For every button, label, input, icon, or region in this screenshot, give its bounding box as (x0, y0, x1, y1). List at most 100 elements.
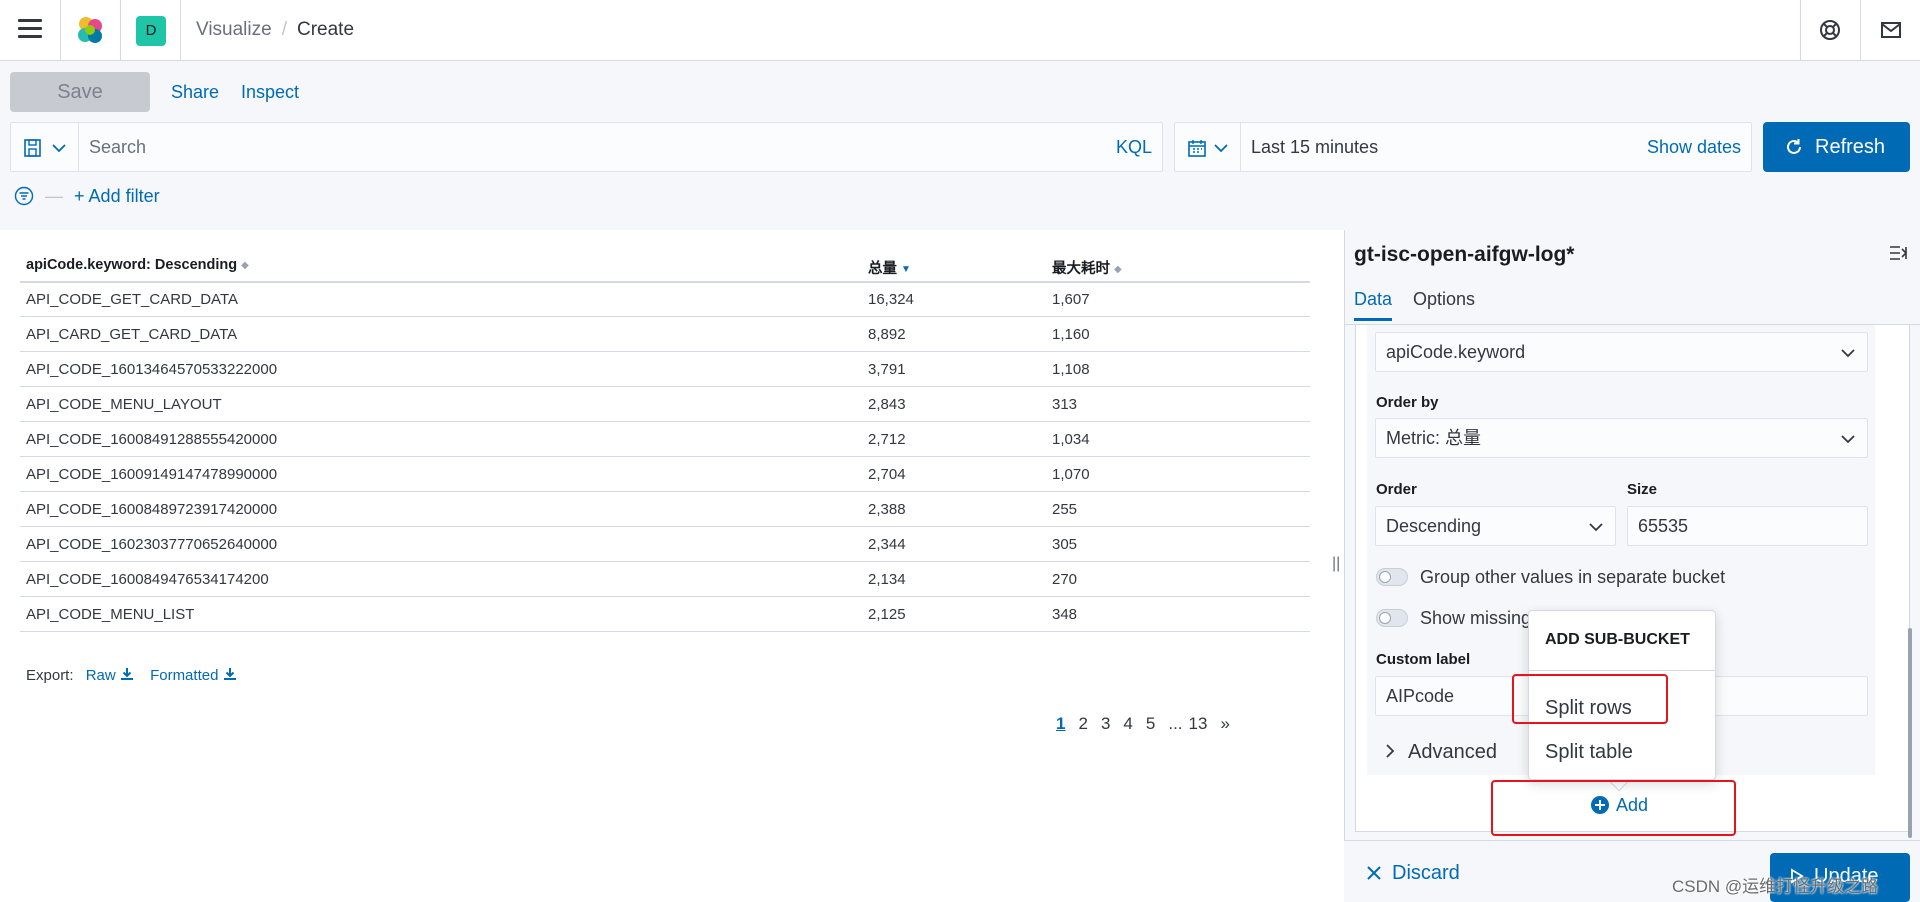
table-row: API_CODE_MENU_LIST 2,125 348 (20, 597, 1310, 632)
cell-total: 2,843 (868, 396, 906, 413)
cell-max-time: 305 (1052, 536, 1078, 553)
group-other-label: Group other values in separate bucket (1420, 567, 1726, 587)
hamburger-menu-icon[interactable] (18, 19, 42, 39)
table-body: API_CODE_GET_CARD_DATA 16,324 1,607 API_CAR… (20, 282, 1310, 632)
discard-button[interactable]: Discard (1366, 862, 1460, 885)
export-raw-link[interactable]: Raw (86, 667, 134, 684)
calendar-icon (1188, 140, 1206, 157)
show-missing-label: Show missing (1420, 608, 1532, 628)
time-range-value[interactable]: Last 15 minutes (1251, 137, 1378, 158)
split-table-option[interactable]: Split table (1545, 741, 1633, 764)
cell-total: 16,324 (868, 291, 914, 308)
cell-apicode: API_CODE_16009149147478990000 (26, 466, 278, 483)
cell-max-time: 1,070 (1052, 466, 1090, 483)
space-avatar[interactable]: D (136, 16, 166, 46)
chevron-down-icon (52, 144, 66, 153)
advanced-toggle[interactable]: Advanced (1384, 741, 1497, 764)
save-button[interactable]: Save (10, 72, 150, 112)
table-row: API_CODE_16023037770652640000 2,344 305 (20, 527, 1310, 562)
divider (60, 0, 61, 61)
cell-total: 2,125 (868, 606, 906, 623)
order-by-select[interactable]: Metric: 总量 (1375, 418, 1868, 458)
table-row: API_CODE_16009149147478990000 2,704 1,070 (20, 457, 1310, 492)
breadcrumb-visualize[interactable]: Visualize (196, 19, 272, 40)
pagination-page-2[interactable]: 2 (1078, 714, 1087, 734)
cell-max-time: 270 (1052, 571, 1078, 588)
mail-icon[interactable] (1879, 18, 1903, 42)
elastic-logo-icon[interactable] (74, 14, 106, 46)
cell-total: 8,892 (868, 326, 906, 343)
pagination-ellipsis: ... (1168, 714, 1183, 733)
highlight-box (1491, 780, 1736, 836)
inspect-link[interactable]: Inspect (241, 82, 299, 103)
pagination-page-3[interactable]: 3 (1101, 714, 1110, 734)
pagination: 1 2 3 4 5... 13 » (1056, 714, 1243, 734)
cell-max-time: 1,607 (1052, 291, 1090, 308)
tab-data[interactable]: Data (1354, 289, 1393, 321)
divider (20, 282, 1310, 283)
export-row: Export: Raw Formatted (26, 667, 237, 684)
chevron-right-icon (1386, 744, 1395, 758)
panel-resize-handle[interactable]: || (1332, 555, 1340, 577)
sort-icon[interactable]: ◆ (1114, 264, 1122, 275)
divider (120, 0, 121, 61)
table-header: apiCode.keyword: Descending ◆ 总量 ▼ 最大耗时 ◆ (20, 248, 1310, 282)
cell-apicode: API_CODE_MENU_LIST (26, 606, 195, 623)
share-link[interactable]: Share (171, 82, 219, 103)
table-row: API_CODE_1600849476534174200 2,134 270 (20, 562, 1310, 597)
divider (180, 0, 181, 61)
export-formatted-link[interactable]: Formatted (150, 667, 237, 684)
cell-total: 3,791 (868, 361, 906, 378)
field-select[interactable]: apiCode.keyword (1375, 332, 1868, 372)
size-label: Size (1627, 481, 1658, 498)
divider (1529, 670, 1715, 671)
group-other-toggle[interactable] (1376, 568, 1408, 586)
refresh-label: Refresh (1815, 136, 1886, 158)
divider (1800, 0, 1801, 61)
pagination-page-4[interactable]: 4 (1123, 714, 1132, 734)
add-filter-link[interactable]: + Add filter (74, 186, 160, 206)
custom-label-label: Custom label (1376, 651, 1471, 668)
show-missing-toggle[interactable] (1376, 609, 1408, 627)
highlight-box (1512, 674, 1668, 724)
cell-apicode: API_CODE_16008489723917420000 (26, 501, 278, 518)
pagination-page-13[interactable]: 13 (1189, 714, 1208, 734)
kql-toggle-button[interactable]: KQL (1116, 137, 1152, 158)
refresh-button[interactable]: Refresh (1763, 122, 1910, 172)
sort-desc-icon[interactable]: ▼ (901, 264, 911, 275)
table-row: API_CODE_16008491288555420000 2,712 1,034 (20, 422, 1310, 457)
top-nav-bar: D Visualize / Create (0, 0, 1920, 61)
order-label: Order (1376, 481, 1417, 498)
order-select[interactable]: Descending (1375, 506, 1616, 546)
table-row: API_CODE_GET_CARD_DATA 16,324 1,607 (20, 282, 1310, 317)
pagination-next-button[interactable]: » (1220, 714, 1229, 734)
show-dates-link[interactable]: Show dates (1647, 137, 1741, 158)
chevron-down-icon (1214, 144, 1228, 153)
saved-query-menu-button[interactable] (11, 123, 79, 171)
search-input[interactable]: Search (89, 137, 146, 158)
quick-select-button[interactable] (1175, 123, 1241, 171)
sort-icon[interactable]: ◆ (241, 260, 249, 271)
table-row: API_CODE_MENU_LAYOUT 2,843 313 (20, 387, 1310, 422)
popover-title: ADD SUB-BUCKET (1545, 631, 1690, 648)
column-header-total[interactable]: 总量 ▼ (868, 257, 911, 278)
column-header-apicode[interactable]: apiCode.keyword: Descending ◆ (26, 257, 249, 273)
sidebar-scrollbar[interactable] (1908, 628, 1912, 838)
refresh-icon (1787, 139, 1801, 154)
column-header-max-time[interactable]: 最大耗时 ◆ (1052, 257, 1122, 278)
chevron-down-icon (1841, 435, 1855, 444)
divider (1860, 0, 1861, 61)
order-by-label: Order by (1376, 394, 1439, 411)
index-pattern-title: gt-isc-open-aifgw-log* (1354, 243, 1575, 266)
save-icon (24, 139, 41, 157)
cell-apicode: API_CODE_GET_CARD_DATA (26, 291, 238, 308)
cell-apicode: API_CODE_16013464570533222000 (26, 361, 278, 378)
size-input[interactable]: 65535 (1627, 506, 1868, 546)
help-icon[interactable] (1818, 18, 1842, 42)
pagination-page-1[interactable]: 1 (1056, 714, 1065, 734)
tab-options[interactable]: Options (1413, 289, 1475, 318)
collapse-sidebar-icon[interactable] (1888, 243, 1910, 263)
filter-options-icon[interactable] (14, 186, 34, 206)
pagination-page-5[interactable]: 5 (1146, 714, 1155, 734)
cell-total: 2,704 (868, 466, 906, 483)
